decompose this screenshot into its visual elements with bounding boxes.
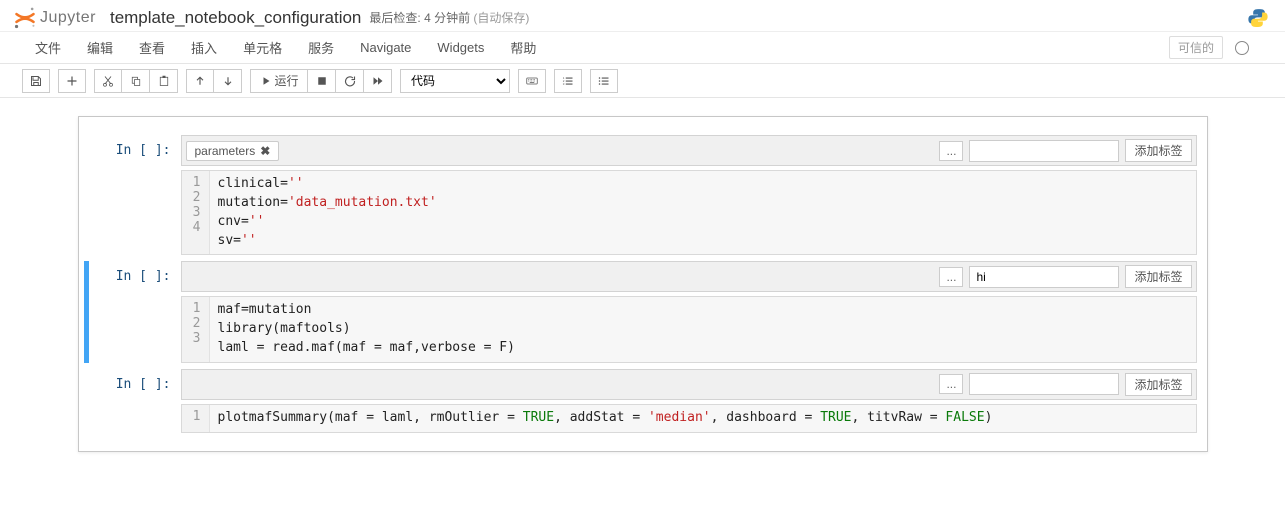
tag-more-button[interactable]: ... (939, 267, 963, 287)
insert-cell-button[interactable] (58, 69, 86, 93)
plus-icon (66, 75, 78, 87)
menu-view[interactable]: 查看 (126, 32, 178, 63)
checkpoint-value: 4 分钟前 (424, 11, 470, 25)
header: Jupyter template_notebook_configuration … (0, 0, 1285, 32)
paste-button[interactable] (150, 69, 178, 93)
move-up-button[interactable] (186, 69, 214, 93)
tag-label: parameters (195, 144, 256, 158)
run-label: 运行 (274, 72, 298, 89)
code-cell[interactable]: In [ ]: ... 添加标签 1 plotmafSummary(maf = … (89, 369, 1197, 433)
add-tag-button[interactable]: 添加标签 (1125, 139, 1191, 162)
paste-icon (158, 75, 170, 87)
menu-widgets[interactable]: Widgets (424, 34, 497, 61)
restart-button[interactable] (336, 69, 364, 93)
keyboard-icon (526, 75, 538, 87)
code-editor[interactable]: 123 maf=mutation library(maftools) laml … (181, 296, 1197, 363)
add-tag-button[interactable]: 添加标签 (1125, 265, 1191, 288)
code-text: clinical='' mutation='data_mutation.txt'… (210, 171, 445, 254)
kernel-status-idle-icon[interactable] (1235, 41, 1249, 55)
notebook-name[interactable]: template_notebook_configuration (110, 8, 361, 28)
gutter: 123 (182, 297, 210, 362)
autosave-label: (自动保存) (473, 11, 529, 25)
input-prompt: In [ ]: (89, 135, 181, 255)
menu-navigate[interactable]: Navigate (347, 34, 424, 61)
code-editor[interactable]: 1 plotmafSummary(maf = laml, rmOutlier =… (181, 404, 1197, 433)
command-palette-button[interactable] (518, 69, 546, 93)
tag-toolbar: parameters ✖ ... 添加标签 (181, 135, 1197, 166)
checkpoint-label: 最后检查: (369, 11, 420, 25)
gutter: 1234 (182, 171, 210, 254)
trusted-indicator[interactable]: 可信的 (1169, 36, 1223, 59)
menu-kernel[interactable]: 服务 (295, 32, 347, 63)
cut-icon (102, 75, 114, 87)
save-icon (30, 75, 42, 87)
tag-remove-icon[interactable]: ✖ (260, 144, 270, 158)
cut-button[interactable] (94, 69, 122, 93)
notebook-container: In [ ]: parameters ✖ ... 添加标签 1234 clini… (0, 98, 1285, 452)
interrupt-button[interactable] (308, 69, 336, 93)
tag-input[interactable] (969, 266, 1119, 288)
ordered-list-icon: 123 (562, 75, 574, 87)
menu-file[interactable]: 文件 (22, 32, 74, 63)
jupyter-logo-text: Jupyter (40, 9, 96, 27)
notebook: In [ ]: parameters ✖ ... 添加标签 1234 clini… (78, 116, 1208, 452)
menu-help[interactable]: 帮助 (497, 32, 549, 63)
code-text: maf=mutation library(maftools) laml = re… (210, 297, 523, 362)
tag-more-button[interactable]: ... (939, 141, 963, 161)
save-button[interactable] (22, 69, 50, 93)
copy-icon (130, 75, 142, 87)
input-prompt: In [ ]: (89, 369, 181, 433)
tag-more-button[interactable]: ... (939, 374, 963, 394)
code-editor[interactable]: 1234 clinical='' mutation='data_mutation… (181, 170, 1197, 255)
run-button[interactable]: 运行 (250, 69, 308, 93)
toolbar: 运行 代码 123 (0, 64, 1285, 98)
celltype-select[interactable]: 代码 (400, 69, 510, 93)
menubar: 文件 编辑 查看 插入 单元格 服务 Navigate Widgets 帮助 可… (0, 32, 1285, 64)
tag-input[interactable] (969, 140, 1119, 162)
menu-edit[interactable]: 编辑 (74, 32, 126, 63)
menu-insert[interactable]: 插入 (178, 32, 230, 63)
tag-toolbar: ... 添加标签 (181, 261, 1197, 292)
fast-forward-icon (372, 75, 384, 87)
tag-input[interactable] (969, 373, 1119, 395)
checkpoint-status: 最后检查: 4 分钟前 (自动保存) (369, 9, 529, 26)
add-tag-button[interactable]: 添加标签 (1125, 373, 1191, 396)
celltoolbar-list-button[interactable]: 123 (554, 69, 582, 93)
move-down-button[interactable] (214, 69, 242, 93)
python-kernel-icon[interactable] (1247, 7, 1269, 29)
jupyter-logo[interactable]: Jupyter (12, 5, 96, 31)
arrow-up-icon (194, 75, 206, 87)
tag-chip[interactable]: parameters ✖ (186, 141, 280, 161)
tag-toolbar: ... 添加标签 (181, 369, 1197, 400)
restart-icon (344, 75, 356, 87)
celltoolbar-bullet-button[interactable] (590, 69, 618, 93)
code-cell[interactable]: In [ ]: parameters ✖ ... 添加标签 1234 clini… (89, 135, 1197, 255)
menu-cell[interactable]: 单元格 (230, 32, 295, 63)
gutter: 1 (182, 405, 210, 432)
stop-icon (316, 75, 328, 87)
run-icon (259, 75, 271, 87)
copy-button[interactable] (122, 69, 150, 93)
input-prompt: In [ ]: (89, 261, 181, 363)
restart-run-all-button[interactable] (364, 69, 392, 93)
code-text: plotmafSummary(maf = laml, rmOutlier = T… (210, 405, 1001, 432)
arrow-down-icon (222, 75, 234, 87)
jupyter-icon (12, 5, 38, 31)
bullet-list-icon (598, 75, 610, 87)
svg-text:3: 3 (563, 81, 565, 85)
code-cell[interactable]: In [ ]: ... 添加标签 123 maf=mutation librar… (84, 261, 1197, 363)
